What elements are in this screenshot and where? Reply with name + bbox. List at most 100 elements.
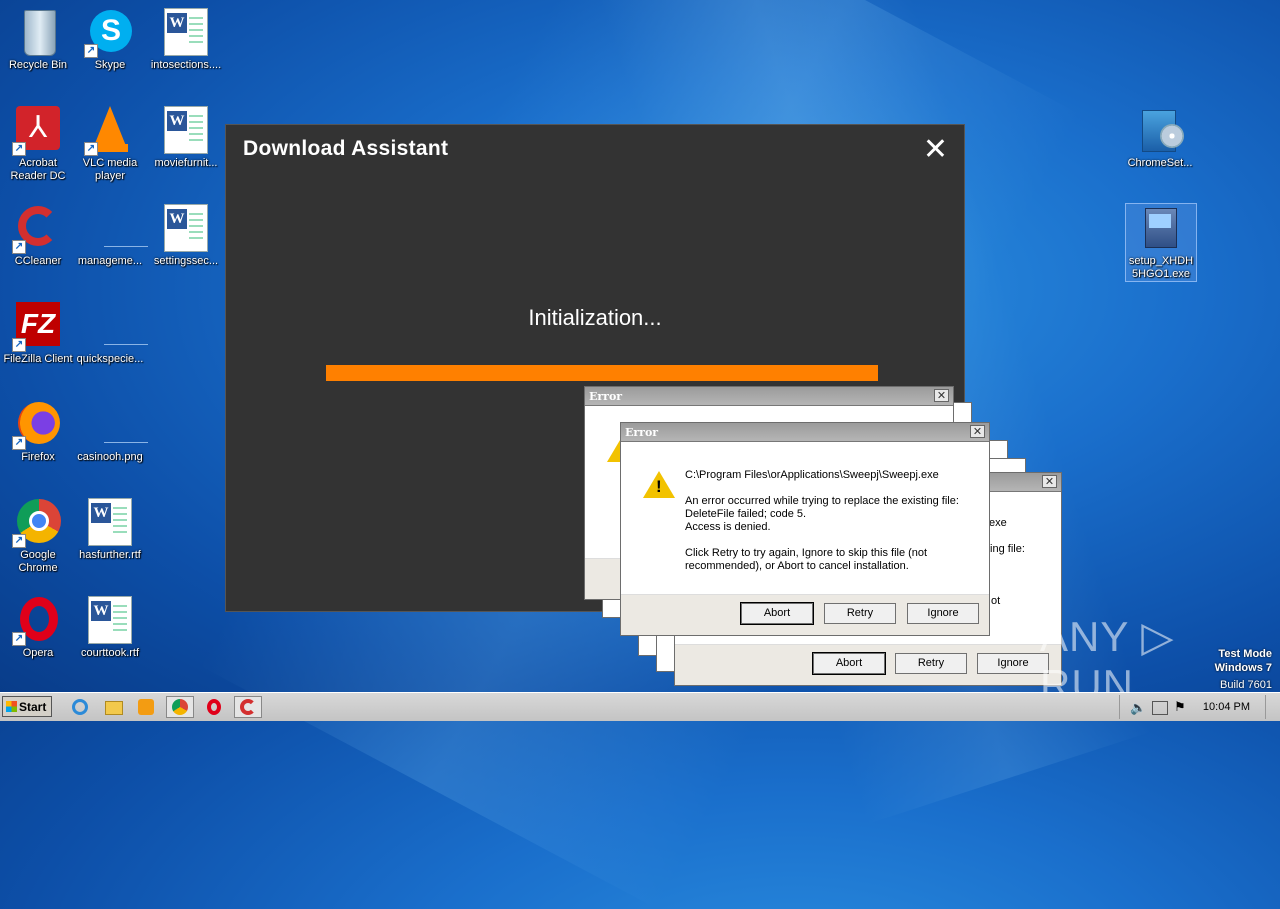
error-message: An error occurred while trying to replac… xyxy=(685,495,959,533)
build-text: Build 7601 xyxy=(1220,679,1272,691)
word-document-icon: W xyxy=(164,204,208,252)
status-text: Initialization... xyxy=(528,305,662,330)
desktop-icon-label: CCleaner xyxy=(14,255,62,267)
show-desktop-button[interactable] xyxy=(1265,695,1278,719)
desktop-icon-label: Opera xyxy=(22,647,54,659)
skype-icon: S ↗ xyxy=(84,8,134,58)
ie-taskbar-icon[interactable] xyxy=(66,696,94,718)
desktop-icon-acrobat[interactable]: ⅄ ↗ Acrobat Reader DC xyxy=(0,106,76,183)
dialog-text-fragment: ot xyxy=(991,595,1001,607)
test-mode-text: Test Mode xyxy=(1218,648,1272,660)
blank-file-icon xyxy=(86,302,148,350)
opera-icon: ↗ xyxy=(12,596,62,646)
desktop-icon-label: hasfurther.rtf xyxy=(79,549,141,561)
progress-fill xyxy=(326,365,878,381)
word-document-icon: W xyxy=(164,8,208,56)
ccleaner-icon: ↗ xyxy=(12,204,62,254)
system-tray: 🔈 ⚑ 10:04 PM xyxy=(1119,695,1280,719)
ignore-button[interactable]: Ignore xyxy=(977,653,1049,674)
desktop-icon-firefox[interactable]: ↗ Firefox xyxy=(0,400,76,464)
clock[interactable]: 10:04 PM xyxy=(1203,701,1250,713)
word-document-icon: W xyxy=(88,596,132,644)
word-document-icon: W xyxy=(164,106,208,154)
desktop-icon-label: Google Chrome xyxy=(18,549,58,574)
start-label: Start xyxy=(19,700,47,714)
recycle-bin-icon xyxy=(14,8,62,56)
acrobat-icon: ⅄ ↗ xyxy=(12,106,62,156)
desktop-icon-document[interactable]: W courttook.rtf xyxy=(72,596,148,660)
dialog-text-fragment: ting file: xyxy=(987,543,1025,555)
explorer-taskbar-icon[interactable] xyxy=(100,696,128,718)
desktop-icon-file[interactable]: quickspecie... xyxy=(72,302,148,366)
close-icon[interactable]: ✕ xyxy=(923,135,948,165)
error-hint: Click Retry to try again, Ignore to skip… xyxy=(685,547,928,572)
desktop-icon-label: settingssec... xyxy=(153,255,219,267)
volume-icon[interactable]: 🔈 xyxy=(1130,700,1146,716)
chrome-taskbar-icon[interactable] xyxy=(166,696,194,718)
firefox-icon: ↗ xyxy=(12,400,62,450)
desktop-icon-label: casinooh.png xyxy=(77,451,143,463)
desktop-icon-ccleaner[interactable]: ↗ CCleaner xyxy=(0,204,76,268)
desktop-icon-label: courttook.rtf xyxy=(80,647,140,659)
desktop-icon-label: Firefox xyxy=(21,451,55,463)
abort-button[interactable]: Abort xyxy=(740,602,814,625)
desktop-icon-opera[interactable]: ↗ Opera xyxy=(0,596,76,660)
desktop-icon-document[interactable]: W hasfurther.rtf xyxy=(72,498,148,562)
windows-version-text: Windows 7 xyxy=(1214,662,1272,674)
retry-button[interactable]: Retry xyxy=(895,653,967,674)
ccleaner-taskbar-icon[interactable] xyxy=(234,696,262,718)
desktop-icon-document[interactable]: W settingssec... xyxy=(148,204,224,268)
warning-icon xyxy=(643,471,675,498)
desktop-icon-chromesetup[interactable]: ChromeSet... xyxy=(1122,106,1198,170)
media-player-taskbar-icon[interactable] xyxy=(132,696,160,718)
desktop-icon-label: VLC media player xyxy=(82,157,138,182)
retry-button[interactable]: Retry xyxy=(824,603,896,624)
ignore-button[interactable]: Ignore xyxy=(907,603,979,624)
flag-icon[interactable]: ⚑ xyxy=(1174,699,1186,715)
close-icon[interactable]: ✕ xyxy=(934,389,949,402)
setup-exe-icon xyxy=(1137,204,1185,252)
start-button[interactable]: Start xyxy=(2,696,52,717)
network-icon[interactable] xyxy=(1152,701,1168,715)
vlc-icon: ↗ xyxy=(84,106,134,156)
windows-logo-icon xyxy=(6,701,17,712)
dialog-text-fragment: exe xyxy=(989,517,1007,529)
desktop-icon-label: setup_XHDH5HGO1.exe xyxy=(1128,255,1194,280)
desktop-icon-file[interactable]: casinooh.png xyxy=(72,400,148,464)
desktop-icon-filezilla[interactable]: FZ ↗ FileZilla Client xyxy=(0,302,76,366)
window-title: Download Assistant xyxy=(243,137,449,160)
desktop-icon-label: FileZilla Client xyxy=(3,353,73,365)
close-icon[interactable]: ✕ xyxy=(1042,475,1057,488)
chrome-icon: ↗ xyxy=(12,498,62,548)
desktop-icon-label: ChromeSet... xyxy=(1127,157,1193,169)
blank-file-icon xyxy=(86,400,148,448)
dialog-title: Error xyxy=(625,426,659,439)
desktop-icon-document[interactable]: W moviefurnit... xyxy=(148,106,224,170)
close-icon[interactable]: ✕ xyxy=(970,425,985,438)
abort-button[interactable]: Abort xyxy=(812,652,886,675)
progress-bar xyxy=(326,365,878,381)
desktop-icon-label: Recycle Bin xyxy=(8,59,68,71)
desktop-icon-setup-exe[interactable]: setup_XHDH5HGO1.exe xyxy=(1125,203,1197,282)
desktop-icon-skype[interactable]: S ↗ Skype xyxy=(72,8,148,72)
desktop-icon-label: moviefurnit... xyxy=(154,157,218,169)
opera-taskbar-icon[interactable] xyxy=(200,696,228,718)
desktop-icon-label: Skype xyxy=(94,59,126,71)
desktop-icon-label: quickspecie... xyxy=(76,353,144,365)
error-dialog-front: Error ✕ C:\Program Files\orApplications\… xyxy=(620,422,990,636)
taskbar: Start 🔈 ⚑ 10:04 PM xyxy=(0,692,1280,721)
desktop-icon-recycle-bin[interactable]: Recycle Bin xyxy=(0,8,76,72)
desktop-icon-label: Acrobat Reader DC xyxy=(10,157,66,182)
error-path: C:\Program Files\orApplications\Sweepj\S… xyxy=(685,469,939,481)
desktop-icon-file[interactable]: manageme... xyxy=(72,204,148,268)
dialog-title: Error xyxy=(589,390,623,403)
filezilla-icon: FZ ↗ xyxy=(12,302,62,352)
desktop-icon-vlc[interactable]: ↗ VLC media player xyxy=(72,106,148,183)
installer-icon xyxy=(1136,106,1184,154)
desktop-icon-label: manageme... xyxy=(77,255,143,267)
word-document-icon: W xyxy=(88,498,132,546)
desktop-icon-chrome[interactable]: ↗ Google Chrome xyxy=(0,498,76,575)
desktop-icon-document[interactable]: W intosections.... xyxy=(148,8,224,72)
blank-file-icon xyxy=(86,204,148,252)
desktop-icon-label: intosections.... xyxy=(150,59,222,71)
